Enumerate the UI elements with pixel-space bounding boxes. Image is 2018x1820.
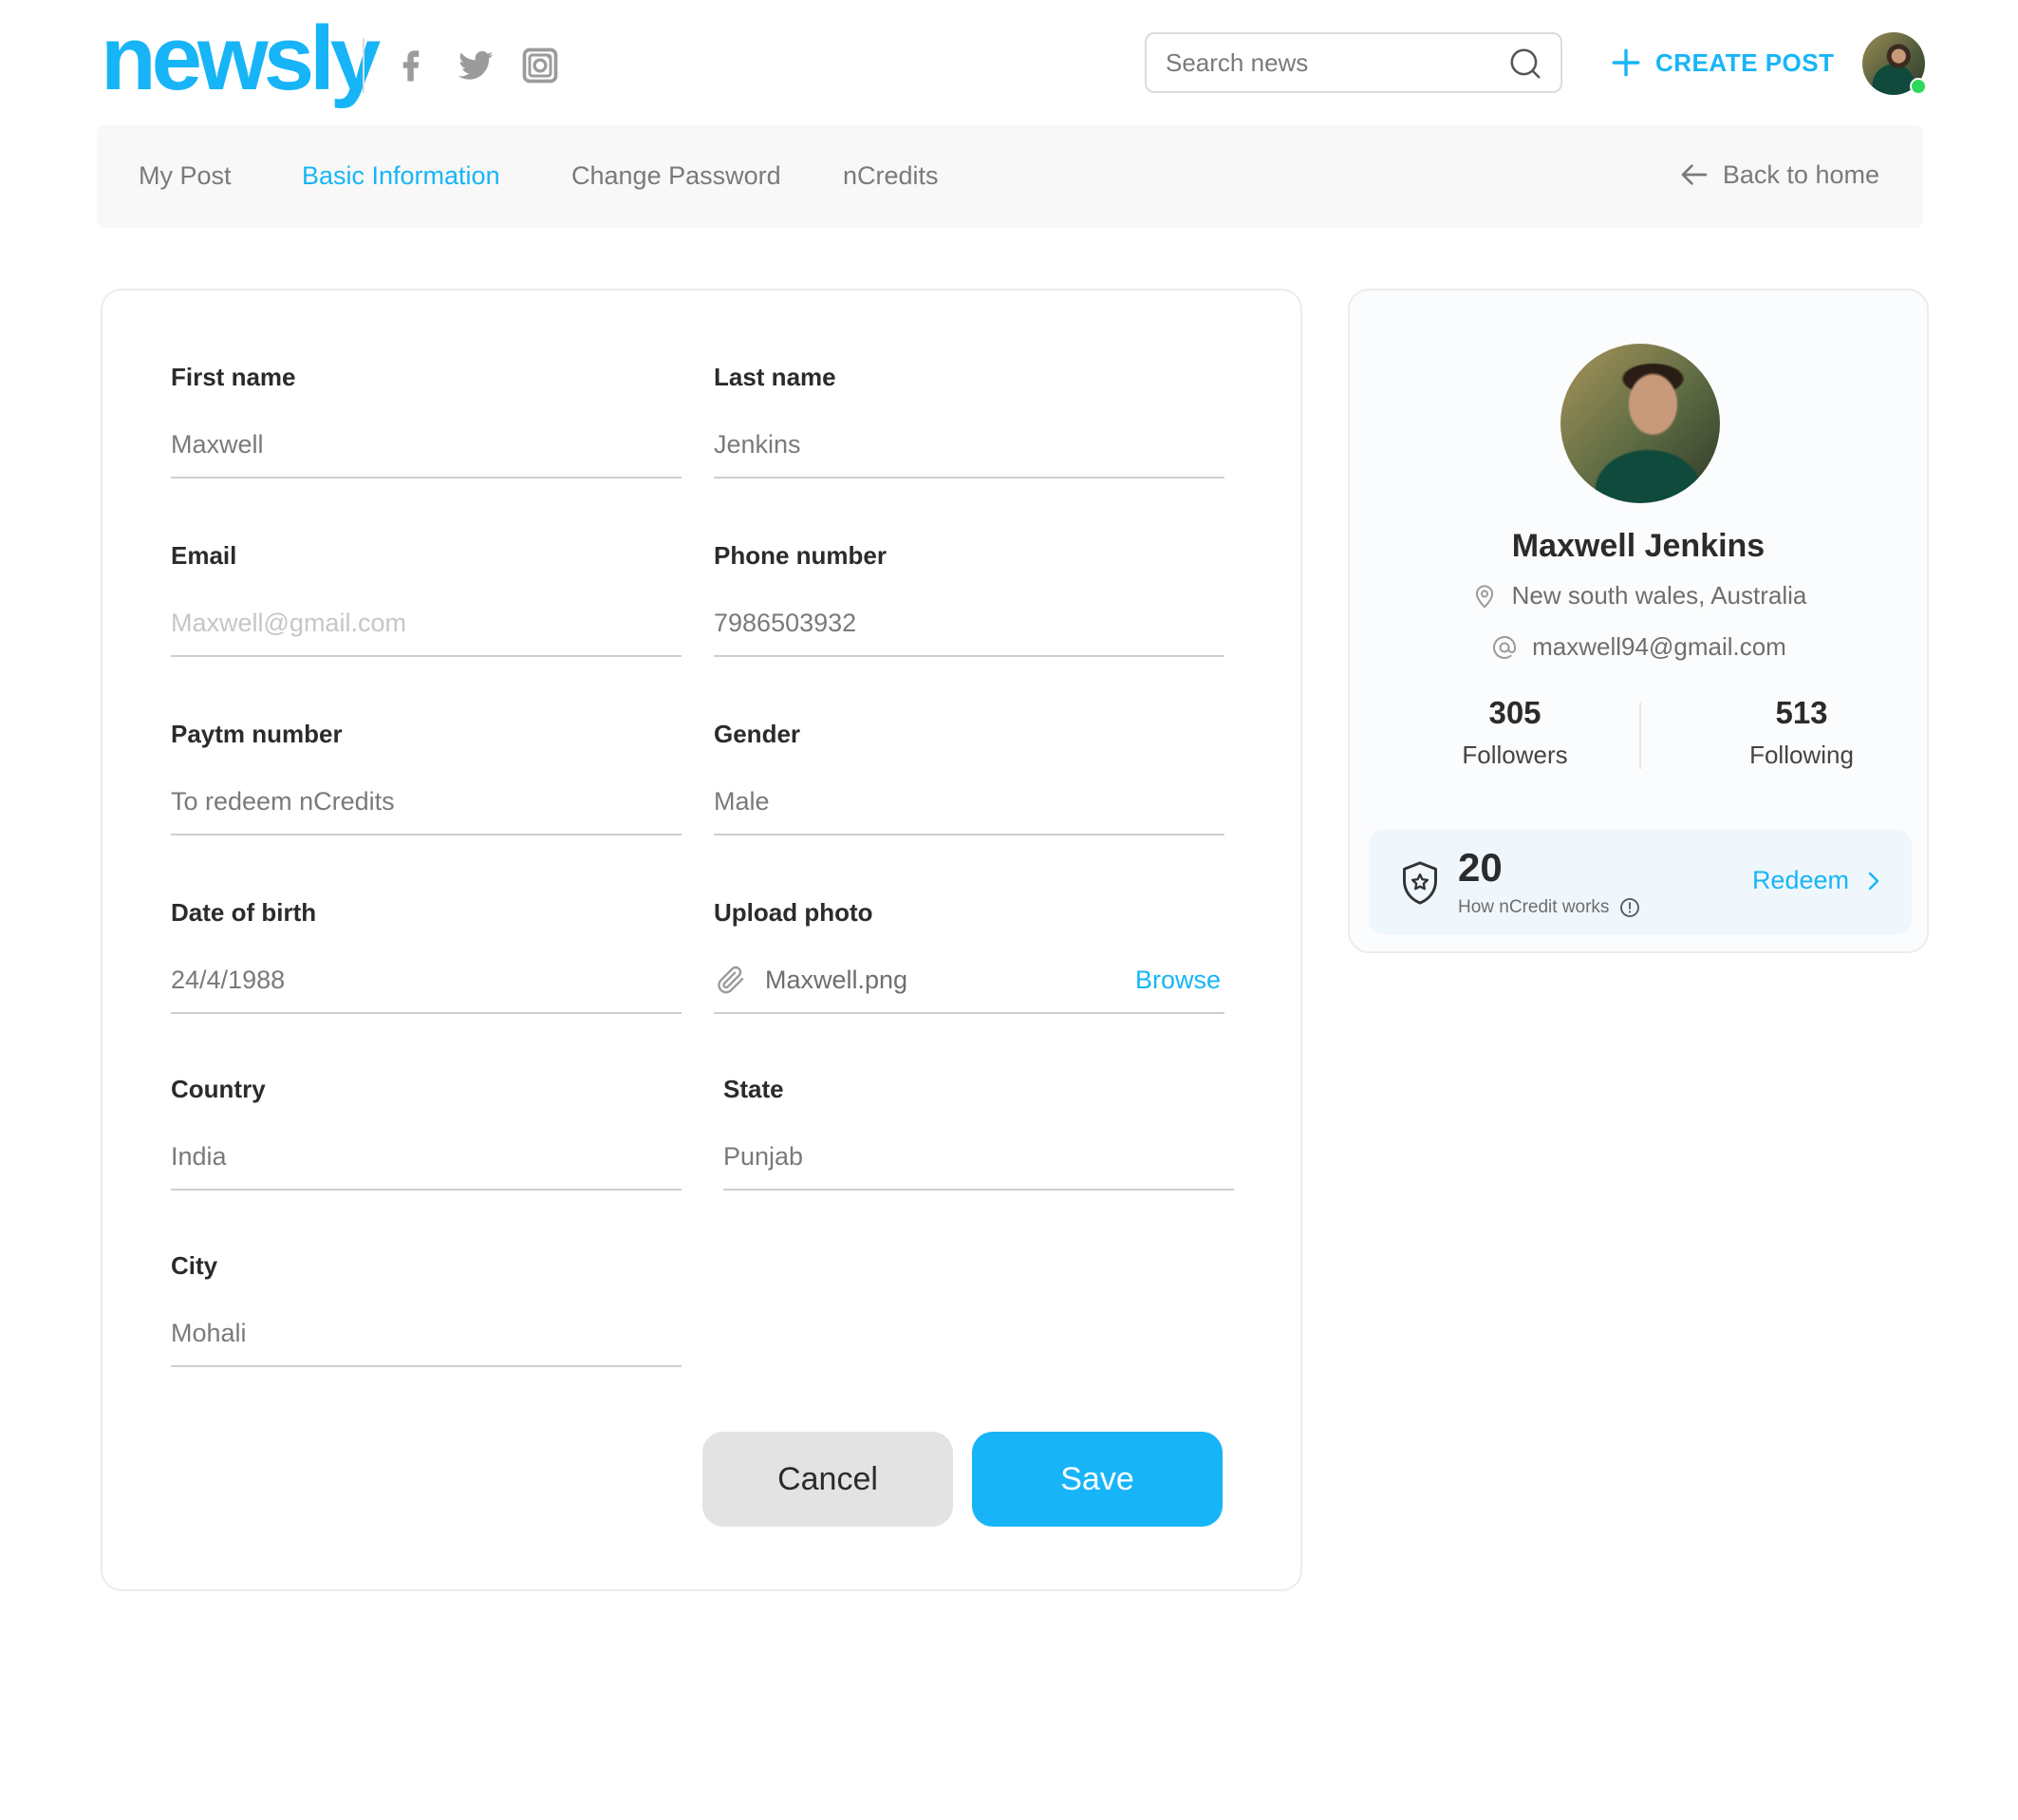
phone-number-label: Phone number [714, 541, 888, 570]
redeem-label: Redeem [1751, 866, 1849, 894]
at-sign-icon [1493, 635, 1517, 659]
first-name-input[interactable] [171, 425, 682, 463]
first-name-field: First name [171, 363, 682, 496]
input-underline [714, 655, 1224, 657]
phone-number-field: Phone number [714, 541, 1224, 674]
input-underline [171, 834, 682, 835]
city-field: City [171, 1251, 682, 1384]
plus-icon [1612, 48, 1640, 77]
twitter-icon[interactable] [450, 40, 501, 91]
paytm-number-label: Paytm number [171, 720, 343, 748]
email-input[interactable] [171, 604, 682, 642]
ncredits-box: 20 How nCredit works Redeem [1369, 830, 1912, 934]
country-label: Country [171, 1075, 266, 1103]
date-of-birth-input[interactable] [171, 961, 682, 999]
upload-photo-field: Upload photo Maxwell.png Browse [714, 898, 1224, 1031]
phone-number-input[interactable] [714, 604, 1224, 642]
cancel-button[interactable]: Cancel [702, 1432, 953, 1527]
input-underline [171, 1365, 682, 1367]
following-count: 513 [1775, 695, 1828, 730]
input-underline [714, 834, 1224, 835]
browse-button[interactable]: Browse [1135, 966, 1221, 995]
page: newsly CREATE POST My Post Basic Informa… [0, 0, 2018, 1820]
upload-photo-label: Upload photo [714, 898, 873, 927]
online-status-dot [1910, 78, 1927, 95]
profile-tabs: My Post Basic Information Change Passwor… [97, 125, 1923, 228]
profile-location: New south wales, Australia [1350, 581, 1927, 610]
ncredits-count: 20 [1458, 845, 1503, 890]
paytm-number-input[interactable] [171, 782, 682, 820]
stats-divider [1639, 703, 1641, 769]
facebook-icon[interactable] [385, 40, 437, 91]
create-post-button[interactable]: CREATE POST [1610, 42, 1834, 84]
chevron-right-icon [1868, 872, 1879, 890]
header: newsly CREATE POST [0, 0, 2018, 123]
create-post-label: CREATE POST [1655, 47, 1835, 77]
state-input[interactable] [723, 1137, 1234, 1175]
tab-my-post[interactable]: My Post [139, 161, 232, 191]
gender-field: Gender [714, 720, 1224, 853]
gender-label: Gender [714, 720, 801, 748]
input-underline [714, 1012, 1224, 1014]
basic-info-form: First name Last name Email Phone number … [101, 289, 1302, 1591]
date-of-birth-label: Date of birth [171, 898, 317, 927]
tab-basic-information[interactable]: Basic Information [302, 161, 500, 191]
following-stat[interactable]: 513 Following [1688, 695, 1915, 770]
following-label: Following [1749, 741, 1854, 769]
how-ncredit-works-label: How nCredit works [1458, 897, 1610, 917]
last-name-input[interactable] [714, 425, 1224, 463]
back-to-home-link[interactable]: Back to home [1679, 159, 1879, 190]
tab-ncredits[interactable]: nCredits [843, 161, 939, 191]
city-input[interactable] [171, 1314, 682, 1352]
date-of-birth-field: Date of birth [171, 898, 682, 1031]
redeem-button[interactable]: Redeem [1752, 866, 1885, 895]
city-label: City [171, 1251, 218, 1280]
profile-email-text: maxwell94@gmail.com [1532, 632, 1786, 661]
country-field: Country [171, 1075, 682, 1208]
input-underline [714, 477, 1224, 478]
arrow-left-icon [1681, 164, 1708, 185]
input-underline [723, 1189, 1234, 1191]
how-ncredit-works-link[interactable]: How nCredit works [1458, 896, 1641, 919]
search-box [1145, 32, 1562, 93]
upload-photo-row: Maxwell.png Browse [714, 957, 1224, 1003]
input-underline [171, 655, 682, 657]
paperclip-icon [718, 966, 744, 994]
profile-email: maxwell94@gmail.com [1350, 632, 1927, 662]
tab-change-password[interactable]: Change Password [571, 161, 781, 191]
input-underline [171, 477, 682, 478]
state-field: State [723, 1075, 1234, 1208]
first-name-label: First name [171, 363, 296, 391]
state-label: State [723, 1075, 784, 1103]
email-label: Email [171, 541, 237, 570]
country-input[interactable] [171, 1137, 682, 1175]
email-field: Email [171, 541, 682, 674]
shield-star-icon [1403, 861, 1437, 905]
save-button[interactable]: Save [972, 1432, 1223, 1527]
followers-count: 305 [1488, 695, 1542, 730]
info-icon [1620, 898, 1640, 917]
profile-name: Maxwell Jenkins [1511, 528, 1766, 564]
back-to-home-label: Back to home [1722, 159, 1879, 189]
last-name-label: Last name [714, 363, 836, 391]
location-pin-icon [1475, 584, 1493, 609]
instagram-icon[interactable] [514, 40, 566, 91]
input-underline [171, 1012, 682, 1014]
input-underline [171, 1189, 682, 1191]
header-divider [363, 38, 364, 93]
paytm-number-field: Paytm number [171, 720, 682, 853]
followers-label: Followers [1462, 741, 1568, 769]
upload-filename: Maxwell.png [765, 965, 908, 994]
gender-input[interactable] [714, 782, 1224, 820]
newsly-logo[interactable]: newsly [101, 13, 381, 104]
profile-location-text: New south wales, Australia [1511, 581, 1807, 610]
followers-stat[interactable]: 305 Followers [1401, 695, 1629, 770]
search-input[interactable] [1166, 44, 1498, 82]
profile-summary-card: Maxwell Jenkins New south wales, Austral… [1348, 289, 1929, 953]
profile-avatar [1560, 344, 1720, 503]
last-name-field: Last name [714, 363, 1224, 496]
search-icon[interactable] [1507, 46, 1543, 82]
